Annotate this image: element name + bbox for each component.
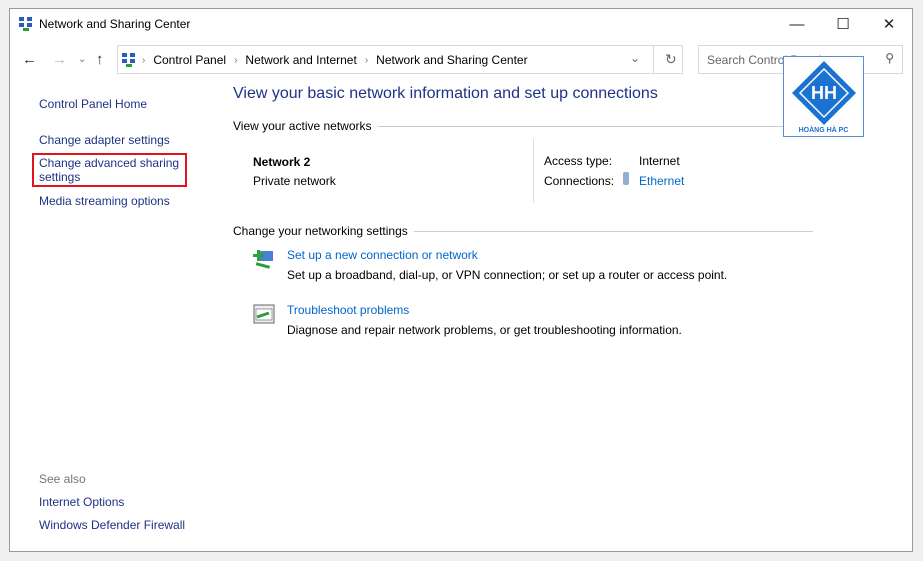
maximize-button[interactable]: ☐ xyxy=(820,9,866,39)
network-icon xyxy=(122,53,135,67)
setup-connection-desc: Set up a broadband, dial-up, or VPN conn… xyxy=(287,268,728,282)
breadcrumb-network-internet[interactable]: Network and Internet xyxy=(245,53,356,67)
troubleshoot-desc: Diagnose and repair network problems, or… xyxy=(287,323,682,337)
network-type[interactable]: Private network xyxy=(253,174,336,188)
title-bar: Network and Sharing Center — ☐ ✕ xyxy=(10,9,912,39)
ethernet-icon xyxy=(623,172,629,185)
troubleshoot-icon xyxy=(253,304,275,324)
minimize-button[interactable]: — xyxy=(774,9,820,39)
chevron-right-icon: › xyxy=(142,54,146,66)
logo-icon: HH xyxy=(792,61,856,125)
access-type-label: Access type: xyxy=(544,154,613,168)
breadcrumb-network-sharing[interactable]: Network and Sharing Center xyxy=(376,53,527,67)
watermark-text: HOÀNG HÀ PC xyxy=(798,127,849,134)
network-name: Network 2 xyxy=(253,155,311,169)
close-button[interactable]: ✕ xyxy=(866,9,912,39)
change-settings-header: Change your networking settings xyxy=(233,224,813,238)
svg-text:HH: HH xyxy=(811,83,837,103)
forward-button[interactable]: → xyxy=(52,51,67,68)
breadcrumb-control-panel[interactable]: Control Panel xyxy=(153,53,226,67)
refresh-icon[interactable]: ↻ xyxy=(665,51,677,68)
window: Network and Sharing Center — ☐ ✕ ← → ⌄ ↑… xyxy=(9,8,913,552)
search-icon[interactable]: ⚲ xyxy=(885,51,894,65)
troubleshoot-link[interactable]: Troubleshoot problems xyxy=(287,303,409,317)
sidebar-item-media-streaming[interactable]: Media streaming options xyxy=(39,194,170,208)
back-button[interactable]: ← xyxy=(22,51,37,68)
highlight-box xyxy=(32,153,187,187)
connections-label: Connections: xyxy=(544,174,615,188)
chevron-down-icon[interactable]: ⌄ xyxy=(630,51,640,65)
address-bar[interactable]: › Control Panel › Network and Internet ›… xyxy=(117,45,683,74)
section-label: Change your networking settings xyxy=(233,224,408,238)
divider xyxy=(653,45,654,74)
firewall-link[interactable]: Windows Defender Firewall xyxy=(39,518,185,532)
chevron-right-icon: › xyxy=(364,54,369,66)
chevron-right-icon: › xyxy=(234,54,238,66)
network-icon xyxy=(19,17,32,31)
access-type-value: Internet xyxy=(639,154,680,168)
watermark-logo: HH HOÀNG HÀ PC xyxy=(783,56,864,137)
new-connection-icon xyxy=(253,250,273,269)
page-title: View your basic network information and … xyxy=(233,85,658,102)
active-networks-header: View your active networks xyxy=(233,119,813,133)
internet-options-link[interactable]: Internet Options xyxy=(39,495,124,509)
sidebar-item-adapter[interactable]: Change adapter settings xyxy=(39,133,170,147)
ethernet-link[interactable]: Ethernet xyxy=(639,174,684,188)
see-also-label: See also xyxy=(39,472,86,486)
up-button[interactable]: ↑ xyxy=(96,51,104,68)
recent-dropdown[interactable]: ⌄ xyxy=(78,54,86,65)
divider xyxy=(533,139,534,203)
window-title: Network and Sharing Center xyxy=(39,17,191,31)
sidebar-home[interactable]: Control Panel Home xyxy=(39,97,147,111)
setup-connection-link[interactable]: Set up a new connection or network xyxy=(287,248,478,262)
section-label: View your active networks xyxy=(233,119,372,133)
